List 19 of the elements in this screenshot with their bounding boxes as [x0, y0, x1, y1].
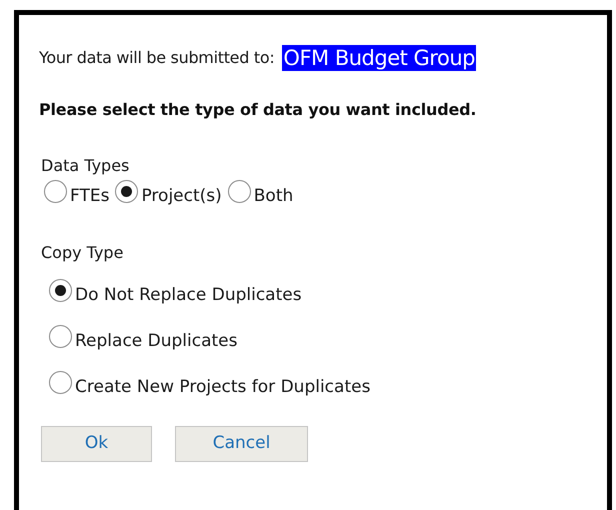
- cancel-button[interactable]: Cancel: [175, 426, 308, 462]
- instruction-text: Please select the type of data you want included.: [39, 99, 478, 121]
- ok-button[interactable]: Ok: [41, 426, 152, 462]
- radio-label: Do Not Replace Duplicates: [75, 284, 302, 306]
- radio-label: FTEs: [70, 185, 110, 207]
- radio-button[interactable]: [115, 180, 138, 203]
- section-label: Copy Type: [41, 242, 124, 264]
- radio-button[interactable]: [49, 325, 72, 348]
- radio-label: Replace Duplicates: [75, 330, 238, 352]
- radio-button[interactable]: [49, 371, 72, 394]
- submit-label: Your data will be submitted to:: [39, 47, 274, 69]
- radio-button[interactable]: [44, 180, 67, 203]
- radio-button[interactable]: [228, 180, 251, 203]
- recipient-name: OFM Budget Group: [282, 45, 476, 71]
- radio-button[interactable]: [49, 279, 72, 302]
- section-label: Data Types: [41, 155, 130, 177]
- radio-label: Project(s): [141, 185, 222, 207]
- radio-label: Both: [254, 185, 294, 207]
- radio-label: Create New Projects for Duplicates: [75, 376, 370, 398]
